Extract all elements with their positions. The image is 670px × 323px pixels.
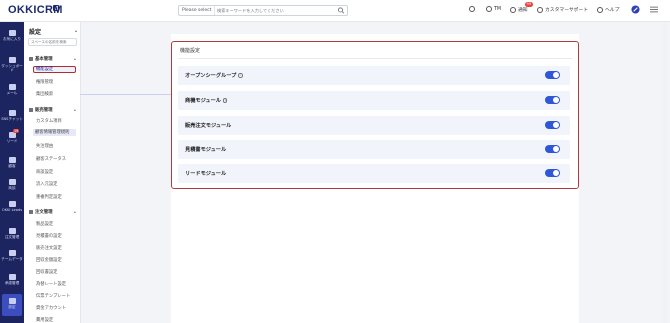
deal-icon [8,179,16,185]
submenu-item-expense-settings[interactable]: 費用設定 [36,317,53,323]
submenu-item-product-settings[interactable]: 製品設定 [36,221,53,227]
notification-count-badge: 99 [525,2,533,7]
settings-sliders-icon [8,298,16,304]
nav-team-data[interactable]: チームデータ [0,246,24,268]
dashboard-icon [8,57,16,63]
submenu-item-source-settings[interactable]: 流入元設定 [36,181,57,187]
submenu-item-lost-reasons[interactable]: 失注理由 [36,143,53,149]
search-icon[interactable] [337,7,345,14]
user-icon [486,6,492,12]
nav-settings[interactable]: 設定 [2,294,22,316]
star-icon [8,30,16,36]
user-name: TM [494,6,502,12]
highlight-box [171,41,579,189]
submenu-item-collection-amount[interactable]: 回収金額設定 [36,257,62,263]
group-sales-management[interactable]: 販売管理 ▴ [29,107,76,113]
nav-deals[interactable]: 商談 [0,175,24,197]
submenu-item-collection-doc[interactable]: 回収書設定 [36,269,57,275]
okki-leads-icon [8,201,16,207]
chevron-up-icon: ▴ [74,57,76,61]
chart-icon [8,250,16,256]
folder-icon [29,210,33,214]
submenu-item-exchange-rate[interactable]: 為替レート設定 [36,281,66,287]
collapse-arrow-icon[interactable]: ▴ [75,28,77,33]
nav-sns-chat[interactable]: SNSチャット [0,106,24,128]
submenu-item-customer-rules[interactable]: 顧客情報管理規則 [33,129,76,136]
submenu-item-document-template[interactable]: 伝票テンプレート [36,293,70,299]
settings-submenu: 設定 ▴ 基本管理▴ 機能設定 権限管理 集団検索 販売管理▴ カスタム項目 顧… [24,22,81,323]
gear-icon [469,6,475,12]
search-scope-select[interactable]: Please select [179,6,215,15]
leads-badge: 19 [13,129,20,134]
submenu-search-input[interactable] [28,38,77,46]
nav-okki-leads[interactable]: OKKI Leads [0,197,24,219]
page-scrollbar[interactable] [663,22,667,323]
menu-icon[interactable] [650,6,658,13]
global-search: Please select [178,5,348,16]
submenu-item-deal-settings[interactable]: 商談設定 [36,169,53,175]
nav-mail[interactable]: メール [0,80,24,102]
submenu-item-feature-settings[interactable]: 機能設定 [33,66,76,73]
submenu-title: 設定 [29,29,42,36]
customer-support[interactable]: カスタマーサポート [537,6,588,13]
approval-icon [8,274,16,280]
notifications-label: 通知 [518,8,528,13]
support-label: カスタマーサポート [545,8,589,13]
left-nav: お気に入り ダッシュボード メール SNSチャット リード 19 顧客 商談 OK… [0,22,24,323]
ai-badge: AI [53,5,59,11]
submenu-item-custom-fields[interactable]: カスタム項目 [36,118,62,124]
nav-dashboard[interactable]: ダッシュボード [0,53,24,75]
group-order-management[interactable]: 注文管理 ▴ [29,209,76,215]
nav-favorites[interactable]: お気に入り [0,26,24,48]
submenu-item-duplicate-settings[interactable]: 重複判定設定 [36,194,62,200]
nav-customers[interactable]: 顧客 [0,153,24,175]
folder-icon [29,108,33,112]
customer-icon [8,157,16,163]
notifications[interactable]: 通知 [510,6,528,13]
top-header: OKKICRM AI Please select TM 通知 99 カスタマーサ… [0,0,670,22]
help-icon [597,6,603,13]
submenu-item-quote-settings[interactable]: 見積書の設定 [36,233,62,239]
order-icon [8,228,16,234]
help-label: ヘルプ [605,8,620,13]
submenu-item-sales-order-settings[interactable]: 販売注文設定 [36,245,62,251]
submenu-item-customer-status[interactable]: 顧客ステータス [36,156,66,162]
group-basic-management[interactable]: 基本管理 ▴ [29,56,76,62]
nav-approvals[interactable]: 承認管理 [0,270,24,292]
workspace-avatar-icon[interactable] [631,5,640,14]
headset-icon [537,6,543,13]
guide-line [80,94,175,95]
nav-leads[interactable]: リード 19 [0,128,24,150]
bell-icon [510,6,516,13]
nav-orders[interactable]: 注文管理 [0,224,24,246]
chevron-up-icon: ▴ [74,108,76,112]
chevron-up-icon: ▴ [74,210,76,214]
settings-gear[interactable] [469,6,475,12]
mail-icon [8,84,16,90]
submenu-item-fund-account[interactable]: 資金アカウント [36,305,66,311]
search-input[interactable] [217,6,332,15]
chat-icon [8,110,16,116]
help[interactable]: ヘルプ [597,6,619,13]
folder-icon [29,57,33,61]
user-menu[interactable]: TM [486,6,501,12]
submenu-item-permissions[interactable]: 権限管理 [36,79,53,85]
submenu-item-group-search[interactable]: 集団検索 [36,91,53,97]
